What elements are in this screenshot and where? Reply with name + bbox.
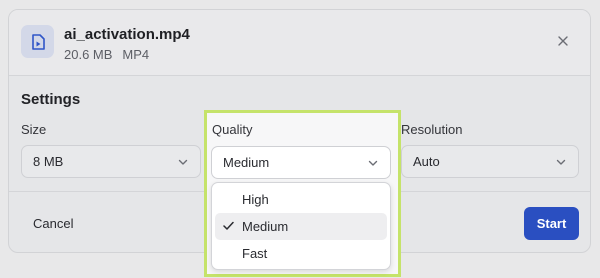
- quality-value: Medium: [223, 155, 270, 170]
- quality-dropdown-menu: High Medium Fast: [211, 182, 391, 270]
- quality-select[interactable]: Medium: [211, 146, 391, 179]
- quality-option-medium[interactable]: Medium: [215, 213, 387, 240]
- start-button[interactable]: Start: [524, 207, 579, 240]
- size-select[interactable]: 8 MB: [21, 145, 201, 178]
- file-header: ai_activation.mp4 20.6 MB MP4: [9, 10, 590, 76]
- video-file-icon: [21, 25, 54, 58]
- quality-field-highlight: Quality Medium High Medium Fast: [204, 110, 401, 277]
- resolution-label: Resolution: [401, 122, 463, 137]
- option-label: Fast: [242, 246, 268, 261]
- close-button[interactable]: [556, 34, 570, 48]
- quality-option-fast[interactable]: Fast: [215, 240, 387, 267]
- file-size: 20.6 MB: [64, 47, 113, 62]
- settings-title: Settings: [21, 91, 81, 108]
- file-meta: 20.6 MB MP4: [64, 47, 149, 62]
- chevron-down-icon: [556, 159, 566, 165]
- quality-label: Quality: [212, 122, 253, 137]
- size-label: Size: [21, 122, 47, 137]
- chevron-down-icon: [178, 159, 188, 165]
- check-icon: [223, 221, 234, 230]
- resolution-select[interactable]: Auto: [401, 145, 579, 178]
- file-format: MP4: [122, 47, 150, 62]
- resolution-value: Auto: [413, 154, 440, 169]
- close-icon: [558, 36, 568, 46]
- cancel-button[interactable]: Cancel: [33, 216, 73, 231]
- quality-option-high[interactable]: High: [215, 186, 387, 213]
- size-value: 8 MB: [33, 154, 64, 169]
- option-label: High: [242, 192, 269, 207]
- option-label: Medium: [242, 219, 289, 234]
- chevron-down-icon: [368, 160, 378, 166]
- file-name: ai_activation.mp4: [64, 26, 190, 43]
